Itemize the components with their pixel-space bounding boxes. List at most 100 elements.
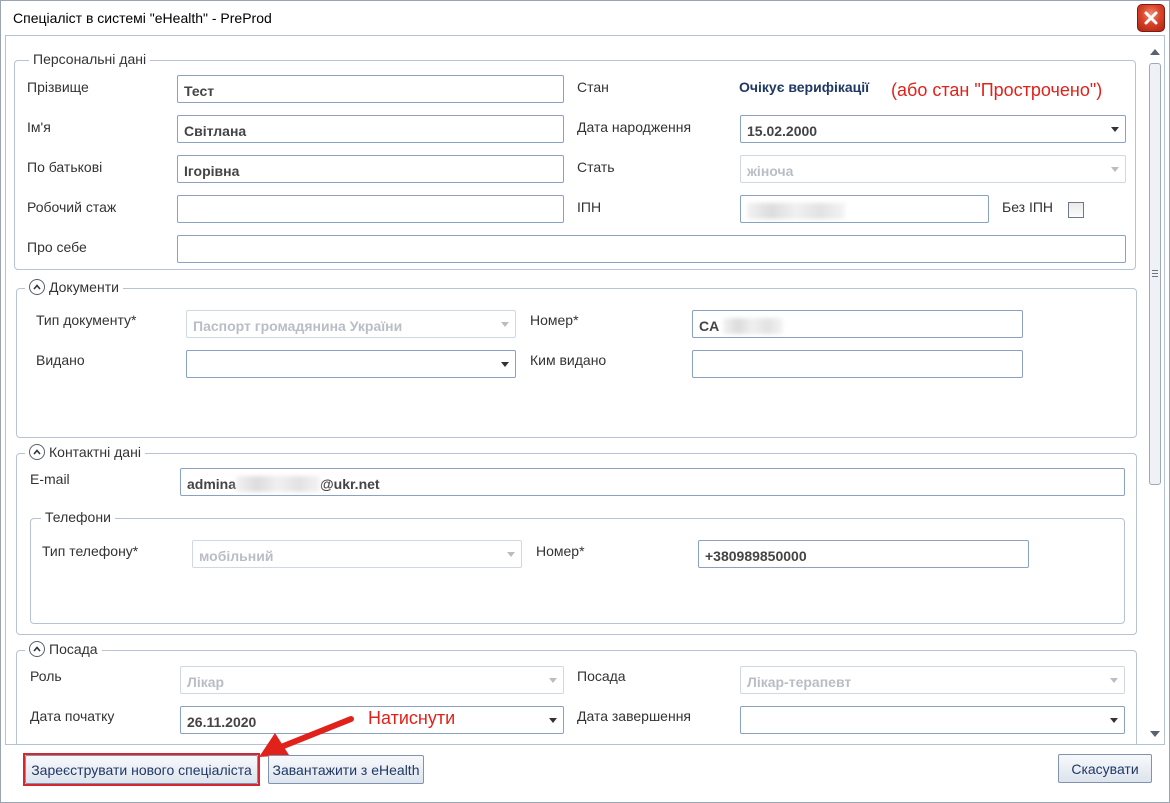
title-bar: Спеціаліст в системі "eHealth" - PreProd [1, 1, 1169, 35]
start-date-value: 26.11.2020 [187, 714, 257, 730]
patronymic-input[interactable]: Ігорівна [177, 155, 564, 183]
end-date-label: Дата завершення [577, 708, 692, 724]
chevron-down-icon [1111, 127, 1119, 132]
close-button[interactable] [1137, 4, 1165, 32]
position-select[interactable]: Лікар-терапевт [740, 666, 1125, 694]
form-scroll-area: Персональні дані Прізвище Тест Ім'я Світ… [5, 35, 1165, 745]
doc-number-value: CA [699, 318, 719, 334]
chevron-down-icon [1110, 678, 1118, 683]
chevron-down-icon [507, 552, 515, 557]
about-label: Про себе [27, 239, 87, 255]
personal-data-legend: Персональні дані [29, 51, 151, 67]
issued-date-picker[interactable] [186, 350, 516, 378]
contacts-title: Контактні дані [49, 444, 141, 460]
personal-data-title: Персональні дані [33, 51, 147, 67]
issued-by-input[interactable] [692, 350, 1023, 378]
doc-number-redacted [722, 317, 783, 334]
about-input[interactable] [177, 235, 1126, 263]
contacts-legend: Контактні дані [25, 444, 145, 460]
patronymic-label: По батькові [27, 159, 103, 175]
register-button-highlight [23, 753, 260, 786]
doc-type-select[interactable]: Паспорт громадянина України [186, 310, 516, 338]
chevron-down-icon [501, 362, 509, 367]
gender-value: жіноча [747, 163, 794, 179]
surname-input[interactable]: Тест [177, 75, 564, 103]
phone-number-input[interactable]: +380989850000 [698, 540, 1029, 568]
email-redacted [236, 475, 321, 492]
status-note-annotation: (або стан "Прострочено") [891, 80, 1103, 100]
phone-type-value: мобільний [199, 548, 274, 564]
phone-type-select[interactable]: мобільний [192, 540, 522, 568]
role-value: Лікар [187, 674, 225, 690]
name-input[interactable]: Світлана [177, 115, 564, 143]
position-value: Лікар-терапевт [747, 674, 852, 690]
gender-label: Стать [577, 159, 615, 175]
birthdate-picker[interactable]: 15.02.2000 [740, 115, 1126, 143]
chevron-down-icon [549, 678, 557, 683]
email-input[interactable]: admina @ukr.net [180, 468, 1125, 496]
collapse-icon[interactable] [29, 444, 45, 460]
chevron-down-icon [549, 718, 557, 723]
click-annotation: Натиснути [368, 708, 456, 728]
surname-value: Тест [184, 83, 215, 99]
position-label: Посада [577, 668, 626, 684]
cancel-button[interactable]: Скасувати [1058, 754, 1152, 783]
scroll-down-icon[interactable] [1150, 731, 1160, 737]
doc-number-label: Номер* [530, 312, 579, 328]
documents-title: Документи [49, 279, 119, 295]
grip-line [1152, 276, 1158, 277]
experience-label: Робочий стаж [27, 199, 117, 215]
chevron-down-icon [501, 322, 509, 327]
chevron-down-icon [1111, 167, 1119, 172]
patronymic-value: Ігорівна [184, 163, 240, 179]
status-label: Стан [577, 79, 609, 95]
phone-number-value: +380989850000 [705, 548, 807, 564]
phones-title: Телефони [45, 509, 111, 525]
start-date-label: Дата початку [30, 708, 115, 724]
role-label: Роль [30, 668, 62, 684]
collapse-icon[interactable] [29, 641, 45, 657]
email-label: E-mail [30, 471, 70, 487]
position-title: Посада [49, 641, 98, 657]
position-legend: Посада [25, 641, 102, 657]
phones-group: Телефони [30, 509, 1125, 624]
vertical-scrollbar[interactable] [1146, 37, 1164, 743]
phone-number-label: Номер* [536, 543, 585, 559]
birthdate-value: 15.02.2000 [747, 123, 818, 139]
load-from-ehealth-button[interactable]: Завантажити з eHealth [268, 755, 424, 784]
email-suffix: @ukr.net [320, 476, 380, 492]
gender-select[interactable]: жіноча [740, 155, 1126, 183]
no-ipn-checkbox[interactable] [1068, 202, 1084, 218]
window-title: Спеціаліст в системі "eHealth" - PreProd [13, 10, 272, 26]
name-label: Ім'я [27, 119, 51, 135]
surname-label: Прізвище [27, 79, 89, 95]
scroll-up-icon[interactable] [1150, 49, 1160, 55]
documents-legend: Документи [25, 279, 123, 295]
no-ipn-label: Без ІПН [1002, 199, 1054, 215]
name-value: Світлана [184, 123, 247, 139]
experience-input[interactable] [177, 195, 564, 223]
email-prefix: admina [187, 476, 237, 492]
close-icon [1144, 11, 1158, 25]
birthdate-label: Дата народження [577, 119, 692, 135]
cancel-button-label: Скасувати [1071, 760, 1139, 777]
grip-line [1152, 270, 1158, 271]
issued-by-label: Ким видано [530, 352, 607, 368]
collapse-icon[interactable] [29, 279, 45, 295]
grip-line [1152, 273, 1158, 274]
doc-type-value: Паспорт громадянина України [193, 318, 403, 334]
ipn-input[interactable] [740, 195, 989, 223]
dialog-window: Спеціаліст в системі "eHealth" - PreProd… [0, 0, 1170, 803]
doc-number-input[interactable]: CA [692, 310, 1023, 338]
chevron-down-icon [1110, 718, 1118, 723]
scrollbar-thumb[interactable] [1149, 63, 1161, 485]
ipn-label: ІПН [577, 199, 602, 215]
role-select[interactable]: Лікар [180, 666, 564, 694]
phone-type-label: Тип телефону* [42, 543, 139, 559]
load-button-label: Завантажити з eHealth [272, 761, 420, 778]
end-date-picker[interactable] [740, 706, 1125, 734]
phones-legend: Телефони [41, 509, 115, 525]
status-value: Очікує верифікації [739, 79, 870, 95]
ipn-redacted [747, 202, 845, 219]
doc-type-label: Тип документу* [36, 312, 137, 328]
